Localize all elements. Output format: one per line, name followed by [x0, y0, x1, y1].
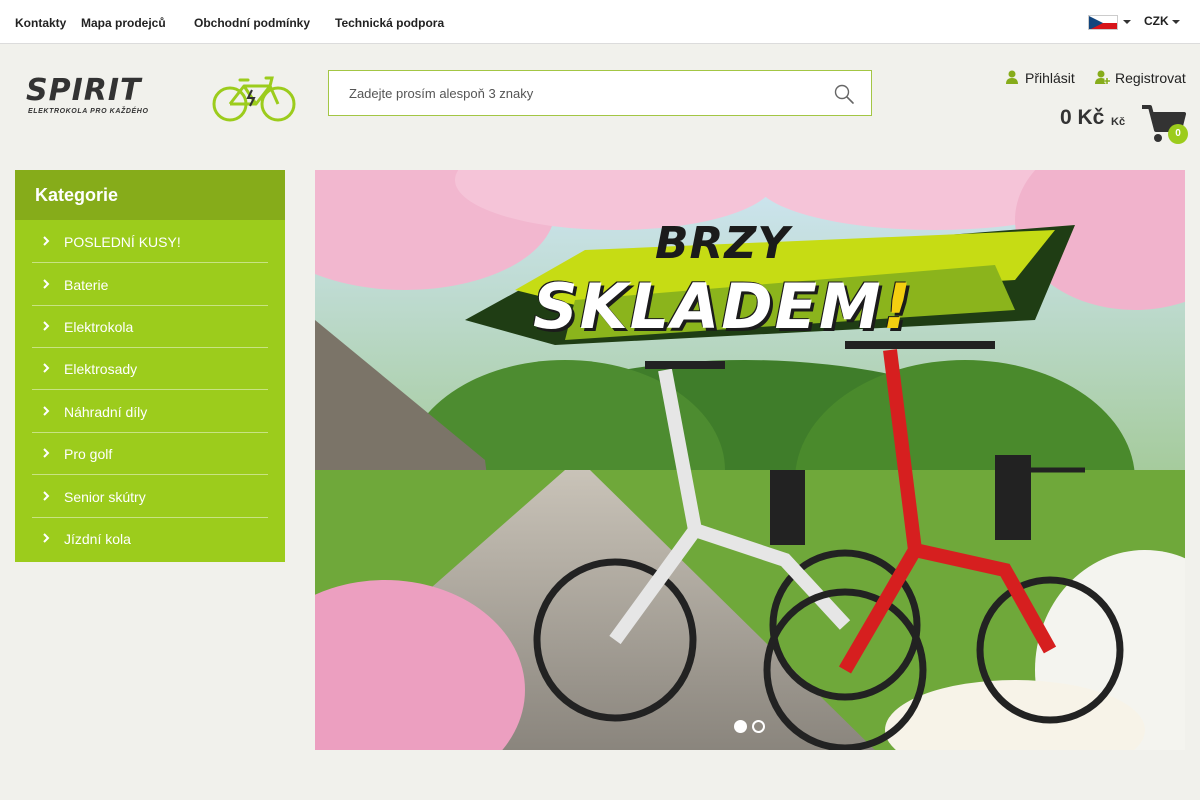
language-selector[interactable] [1088, 15, 1132, 31]
search-input[interactable] [329, 71, 829, 115]
banner-exclamation: ! [882, 270, 913, 343]
chevron-right-icon [43, 448, 50, 458]
link-kontakty[interactable]: Kontakty [15, 16, 66, 30]
category-label: POSLEDNÍ KUSY! [64, 234, 181, 250]
site-logo[interactable]: SPIRIT ELEKTROKOLA PRO KAŽDÉHO [26, 74, 296, 124]
category-label: Elektrokola [64, 319, 134, 335]
carousel-dot-1[interactable] [734, 720, 747, 733]
category-label: Náhradní díly [64, 404, 148, 420]
login-label: Přihlásit [1025, 70, 1075, 86]
cart-currency: Kč [1111, 116, 1126, 128]
category-label: Baterie [64, 277, 109, 293]
link-obchodni-podminky[interactable]: Obchodní podmínky [194, 16, 310, 30]
czech-flag-icon [1088, 15, 1118, 30]
search-icon[interactable] [833, 83, 857, 105]
category-label: Jízdní kola [64, 531, 131, 547]
chevron-right-icon [43, 236, 50, 246]
link-technicka-podpora[interactable]: Technická podpora [335, 16, 444, 30]
category-item-posledni-kusy[interactable]: POSLEDNÍ KUSY! [32, 221, 268, 263]
chevron-right-icon [43, 279, 50, 289]
category-item-senior-skutry[interactable]: Senior skútry [32, 476, 268, 518]
banner-headline-word: SKLADEM [533, 270, 883, 343]
chevron-right-icon [43, 533, 50, 543]
register-label: Registrovat [1115, 70, 1186, 86]
logo-tagline: ELEKTROKOLA PRO KAŽDÉHO [28, 108, 149, 115]
banner-headline-line2: SKLADEM! [533, 270, 913, 343]
category-item-nahradni-dily[interactable]: Náhradní díly [32, 391, 268, 433]
hero-carousel[interactable]: BRZY SKLADEM! [315, 170, 1185, 750]
cart-count-badge: 0 [1168, 124, 1188, 144]
chevron-right-icon [43, 491, 50, 501]
currency-label: CZK [1144, 14, 1169, 28]
user-add-icon [1095, 70, 1110, 84]
category-label: Pro golf [64, 446, 113, 462]
category-item-baterie[interactable]: Baterie [32, 264, 268, 306]
banner-headline-line1: BRZY [655, 218, 791, 269]
chevron-right-icon [43, 406, 50, 416]
chevron-down-icon [1172, 20, 1180, 24]
logo-brand: SPIRIT [26, 73, 142, 108]
category-label: Elektrosady [64, 361, 138, 377]
search-box [328, 70, 872, 116]
bicycle-logo-icon [212, 76, 296, 122]
carousel-dot-2[interactable] [752, 720, 765, 733]
category-item-jizdni-kola[interactable]: Jízdní kola [32, 518, 268, 560]
user-icon [1006, 70, 1018, 84]
login-link[interactable]: Přihlásit [1005, 70, 1079, 88]
category-label: Senior skútry [64, 489, 146, 505]
register-link[interactable]: Registrovat [1095, 70, 1187, 88]
category-item-pro-golf[interactable]: Pro golf [32, 433, 268, 475]
top-bar: Kontakty Mapa prodejců Obchodní podmínky… [0, 0, 1200, 44]
sidebar-title: Kategorie [35, 185, 119, 205]
category-sidebar: Kategorie POSLEDNÍ KUSY! Baterie Elektro… [15, 170, 285, 562]
category-item-elektrokola[interactable]: Elektrokola [32, 306, 268, 348]
currency-selector[interactable]: CZK [1144, 14, 1180, 28]
category-item-elektrosady[interactable]: Elektrosady [32, 348, 268, 390]
sidebar-header: Kategorie [15, 170, 285, 220]
cart-total: 0 Kč [1060, 106, 1105, 129]
chevron-down-icon [1123, 20, 1131, 24]
chevron-right-icon [43, 321, 50, 331]
chevron-right-icon [43, 363, 50, 373]
link-mapa-prodejcu[interactable]: Mapa prodejců [81, 16, 166, 30]
